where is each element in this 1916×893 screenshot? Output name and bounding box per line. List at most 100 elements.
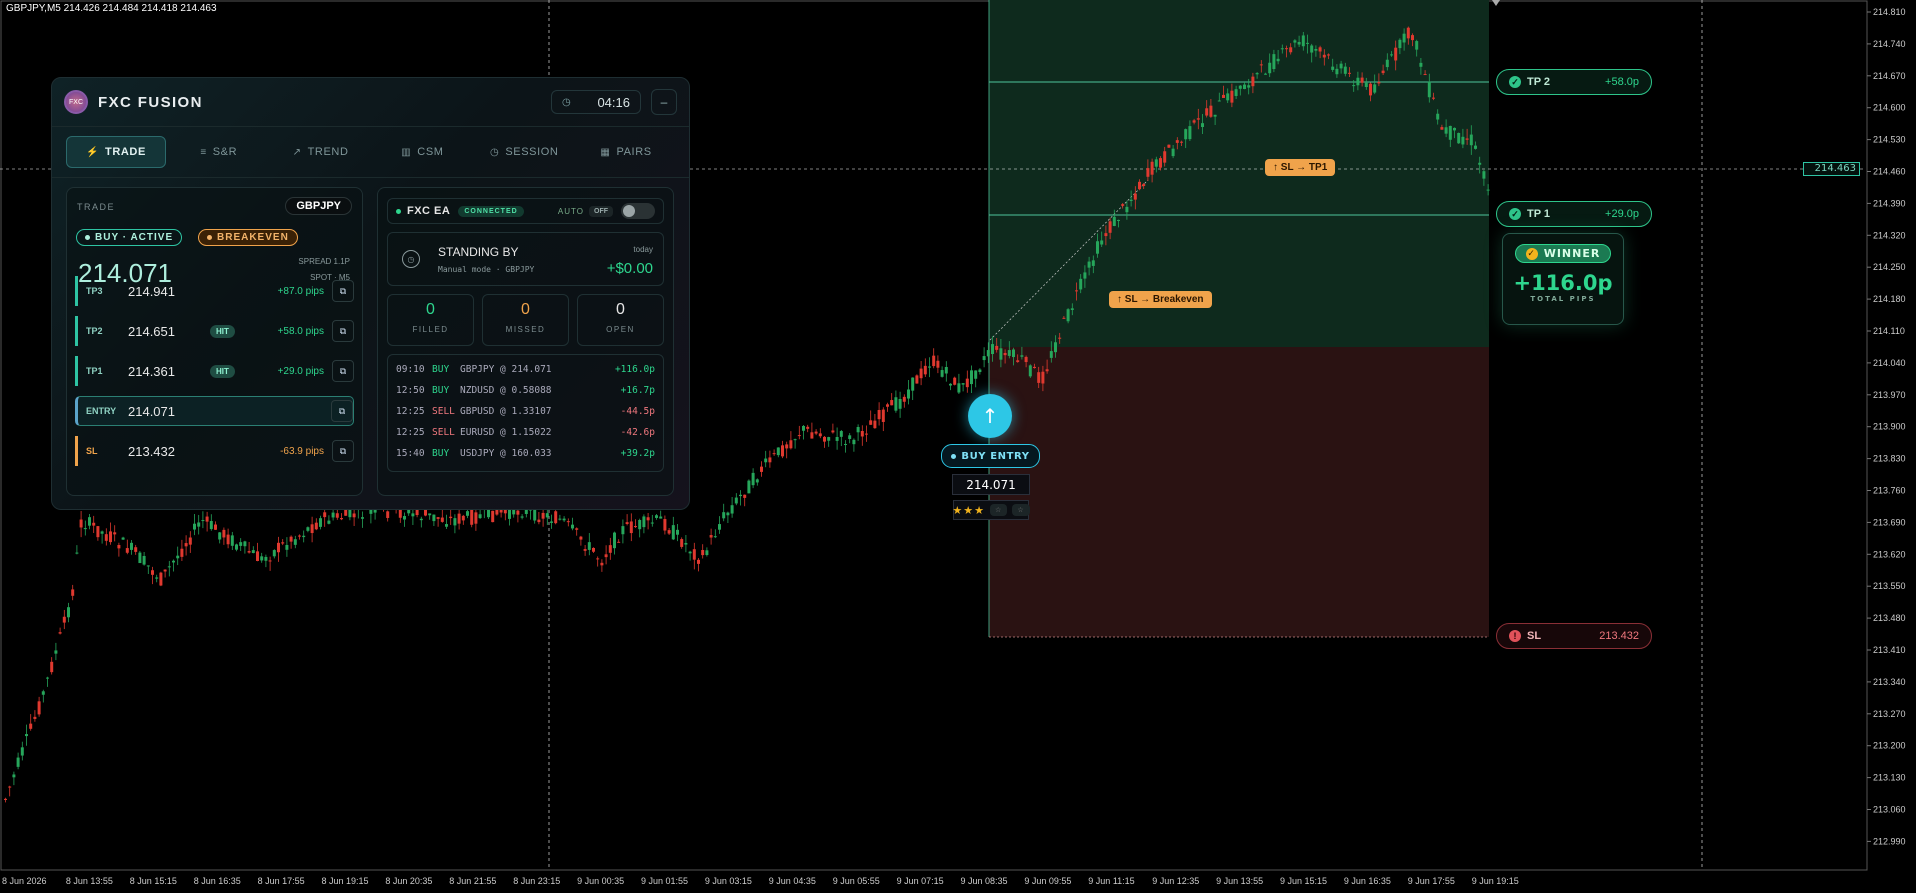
copy-icon[interactable]: ⧉ [332,280,354,302]
tp1-label: TP 1 [1527,208,1551,220]
time-tick-label: 8 Jun 23:15 [513,876,560,886]
copy-icon[interactable]: ⧉ [332,440,354,462]
candle-body [1083,272,1087,279]
candle-body [907,389,910,399]
copy-icon[interactable]: ⧉ [332,360,354,382]
price-tick-label: 213.200 [1873,741,1906,751]
candle-body [117,545,121,549]
candle-body [718,524,721,530]
candle-body [83,528,87,530]
candle-body [911,377,915,391]
candle-body [92,522,96,526]
candle-body [835,436,839,441]
candle-body [230,535,234,546]
candle-body [1327,54,1330,56]
price-tick-label: 214.110 [1873,326,1905,336]
tab-trend[interactable]: ↗ TREND [272,137,370,167]
candle-body [214,524,217,530]
candle-body [1339,63,1343,69]
pair-badge[interactable]: GBPJPY [285,197,352,215]
copy-icon[interactable]: ⧉ [332,320,354,342]
candle-body [1432,97,1435,99]
winner-card: ✓ WINNER +116.0p TOTAL PIPS [1502,233,1624,325]
tab-pairs[interactable]: ▦ PAIRS [577,137,675,167]
time-tick-label: 8 Jun 13:55 [66,876,113,886]
minimize-button[interactable]: – [651,89,677,115]
candle-body [1033,366,1036,369]
candle-body [1234,89,1238,96]
price-tick-label: 214.040 [1873,358,1906,368]
candle-body [1255,73,1259,75]
arrow-up-icon[interactable]: ↑ [968,394,1012,438]
winner-sub: TOTAL PIPS [1530,295,1596,303]
sl-marker[interactable]: ! SL 213.432 [1496,623,1652,649]
candle-body [894,397,898,411]
time-tick-label: 9 Jun 07:15 [897,876,944,886]
candle-body [1201,123,1204,128]
candle-body [88,517,91,526]
candle-body [827,437,831,441]
candle-body [684,543,688,545]
candle-body [550,521,553,523]
candle-body [844,443,847,445]
candle-body [592,547,595,552]
candle-body [251,550,255,554]
candle-body [151,570,154,575]
tab-session[interactable]: ◷ SESSION [475,137,573,167]
status-badge: BUY · ACTIVE [76,229,183,246]
candle-body [953,377,957,385]
tab-csm[interactable]: ▥ CSM [373,137,471,167]
candle-body [890,400,894,406]
tab-label: SESSION [505,146,559,158]
candle-body [898,398,902,409]
price-tick-label: 213.410 [1873,645,1906,655]
candle-body [277,542,280,553]
star-icon: ★ [974,503,986,517]
candle-body [54,650,58,654]
candle-body [67,607,70,618]
row-pips: -63.9 pips [280,445,324,457]
copy-icon[interactable]: ⧉ [331,400,353,422]
candle-body [1478,162,1482,165]
candle-body [923,365,927,375]
candle-body [411,513,415,517]
log-row: 15:40 BUY USDJPY @ 160.033 +39.2p [388,443,663,464]
panel-tabs: ⚡ TRADE ≡ S&R ↗ TREND ▥ CSM ◷ SESSION ▦ PAIRS [52,127,689,178]
tp1-marker[interactable]: ✓ TP 1 +29.0p [1496,201,1652,227]
star-icon: ☆ [1012,504,1030,516]
breakeven-text: BREAKEVEN [217,232,289,243]
candle-body [638,520,642,530]
candle-body [764,458,768,463]
candle-body [159,572,163,586]
tab-label: S&R [212,146,238,158]
check-icon: ✓ [1509,208,1521,220]
candle-body [701,549,705,556]
auto-toggle[interactable] [621,203,655,219]
candle-body [575,528,579,530]
candle-body [113,532,117,535]
candle-body [293,539,297,545]
candle-body [1297,41,1301,45]
candle-body [554,511,558,524]
tab-sr[interactable]: ≡ S&R [170,137,268,167]
price-tick-label: 213.130 [1873,773,1906,783]
row-price: 214.071 [128,403,175,419]
tp2-marker[interactable]: ✓ TP 2 +58.0p [1496,69,1652,95]
candle-body [407,509,411,514]
row-key: ENTRY [86,406,117,416]
candle-body [1180,141,1183,143]
candle-body [167,566,171,568]
candle-body [970,370,973,385]
log-side: SELL [432,406,455,417]
candle-body [940,370,944,377]
candle-body [264,556,268,561]
candle-body [29,723,33,729]
trade-card: TRADE GBPJPY BUY · ACTIVE BREAKEVEN 214.… [66,187,363,496]
candle-body [1112,216,1116,226]
panel-header: FXC FXC FUSION ◷ 04:16 – [52,78,689,127]
log-pips: -42.6p [620,427,655,438]
candle-body [125,548,129,553]
candle-body [995,345,999,350]
tab-trade[interactable]: ⚡ TRADE [66,136,166,168]
candle-body [1322,54,1326,58]
